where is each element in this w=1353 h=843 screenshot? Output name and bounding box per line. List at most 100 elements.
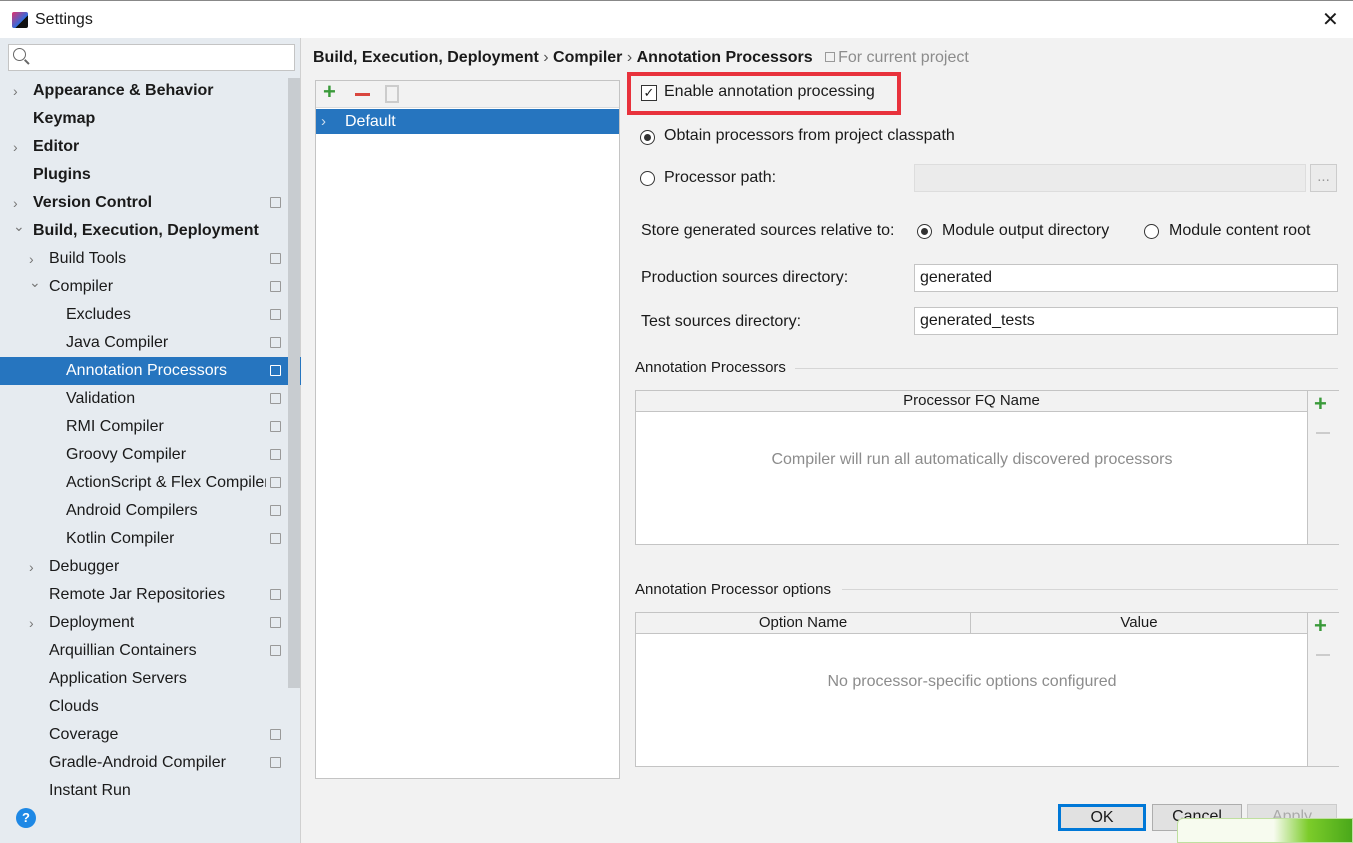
chevron-right-icon[interactable]: › [13,77,18,105]
copy-icon [825,52,836,62]
remove-option-button [1316,654,1330,656]
enable-annotation-checkbox[interactable]: ✓ [641,85,657,101]
project-scope-icon [270,589,281,600]
project-scope-icon [270,477,281,488]
processor-fq-name-header[interactable]: Processor FQ Name [636,391,1308,412]
remove-profile-button[interactable] [355,93,370,96]
processor-path-field [914,164,1306,192]
sidebar-item-label: Java Compiler [66,334,169,351]
value-header[interactable]: Value [971,613,1308,634]
sidebar-item-label: Gradle-Android Compiler [49,754,226,771]
add-option-button[interactable]: + [1314,613,1327,639]
test-dir-input[interactable]: generated_tests [914,307,1338,335]
sidebar-item-plugins[interactable]: Plugins [0,161,288,189]
chevron-right-icon[interactable]: › [29,245,34,273]
sidebar-item-label: Instant Run [49,782,131,799]
ime-overlay [1177,818,1353,843]
close-icon[interactable]: ✕ [1322,7,1339,32]
sidebar-item-label: Debugger [49,558,120,575]
sidebar-item-label: Editor [33,138,80,155]
sidebar-item-excludes[interactable]: Excludes [0,301,288,329]
sidebar-item-rmi-compiler[interactable]: RMI Compiler [0,413,288,441]
breadcrumb-item: Annotation Processors [636,49,813,66]
project-scope-icon [270,253,281,264]
settings-sidebar: › Appearance & Behavior Keymap › Editor Plugi… [0,38,301,843]
project-scope-icon [270,337,281,348]
chevron-down-icon[interactable]: ⌄ [29,273,41,296]
sidebar-item-kotlin-compiler[interactable]: Kotlin Compiler [0,525,288,553]
sidebar-item-label: Keymap [33,110,96,127]
project-scope-icon [270,449,281,460]
sidebar-item-build-execution-deployment[interactable]: ⌄ Build, Execution, Deployment [0,217,288,245]
processor-path-radio[interactable] [640,171,655,186]
sidebar-item-annotation-processors[interactable]: Annotation Processors [0,357,301,385]
sidebar-item-build-tools[interactable]: › Build Tools [0,245,288,273]
sidebar-item-compiler[interactable]: ⌄ Compiler [0,273,288,301]
project-scope-icon [270,729,281,740]
module-content-radio[interactable] [1144,224,1159,239]
store-label: Store generated sources relative to: [641,222,895,239]
sidebar-item-label: Remote Jar Repositories [49,586,226,603]
sidebar-item-label: Arquillian Containers [49,642,197,659]
sidebar-item-coverage[interactable]: Coverage [0,721,288,749]
project-scope-icon [270,365,281,376]
add-processor-button[interactable]: + [1314,391,1327,417]
sidebar-item-android-compilers[interactable]: Android Compilers [0,497,288,525]
sidebar-item-label: Validation [66,390,136,407]
sidebar-item-remote-jar-repositories[interactable]: Remote Jar Repositories [0,581,288,609]
chevron-right-icon[interactable]: › [13,189,18,217]
sidebar-item-label: Build Tools [49,250,127,267]
sidebar-item-label: Build, Execution, Deployment [33,222,259,239]
remove-processor-button [1316,432,1330,434]
sidebar-item-deployment[interactable]: › Deployment [0,609,288,637]
sidebar-item-validation[interactable]: Validation [0,385,288,413]
sidebar-item-clouds[interactable]: Clouds [0,693,288,721]
module-content-label: Module content root [1169,222,1311,239]
sidebar-item-actionscript-flex-compiler[interactable]: ActionScript & Flex Compiler [0,469,288,497]
sidebar-item-instant-run[interactable]: Instant Run [0,777,288,805]
window-title: Settings [35,11,93,28]
sidebar-scrollbar[interactable] [288,78,300,688]
sidebar-item-version-control[interactable]: › Version Control [0,189,288,217]
help-icon[interactable]: ? [16,808,36,828]
project-scope-icon [270,421,281,432]
sidebar-item-gradle-android-compiler[interactable]: Gradle-Android Compiler [0,749,288,777]
chevron-right-icon[interactable]: › [13,133,18,161]
sidebar-item-editor[interactable]: › Editor [0,133,288,161]
chevron-down-icon[interactable]: ⌄ [13,217,25,240]
profile-default[interactable]: › Default [316,109,619,134]
prod-dir-input[interactable]: generated [914,264,1338,292]
chevron-right-icon[interactable]: › [29,553,34,581]
intellij-icon [12,12,28,28]
add-profile-button[interactable]: + [323,79,336,105]
sidebar-item-appearance-behavior[interactable]: › Appearance & Behavior [0,77,288,105]
prod-label: Production sources directory: [641,269,849,286]
sidebar-item-application-servers[interactable]: Application Servers [0,665,288,693]
chevron-right-icon[interactable]: › [321,109,326,134]
move-to-icon[interactable] [385,85,399,103]
project-scope-icon [270,393,281,404]
option-name-header[interactable]: Option Name [636,613,971,634]
sidebar-item-debugger[interactable]: › Debugger [0,553,288,581]
processors-table[interactable]: Processor FQ Name + Compiler will run al… [635,390,1339,545]
sidebar-item-arquillian-containers[interactable]: Arquillian Containers [0,637,288,665]
sidebar-item-label: Groovy Compiler [66,446,187,463]
project-scope-icon [270,197,281,208]
project-scope-icon [270,533,281,544]
chevron-right-icon[interactable]: › [29,609,34,637]
obtain-radio[interactable] [640,130,655,145]
enable-label: Enable annotation processing [664,83,875,100]
breadcrumb-item[interactable]: Compiler [553,49,622,66]
sidebar-item-groovy-compiler[interactable]: Groovy Compiler [0,441,288,469]
search-input[interactable] [8,44,295,71]
sidebar-item-keymap[interactable]: Keymap [0,105,288,133]
obtain-label: Obtain processors from project classpath [664,127,955,144]
sidebar-item-label: Version Control [33,194,153,211]
ok-button[interactable]: OK [1058,804,1146,831]
sidebar-item-label: Deployment [49,614,135,631]
sidebar-item-java-compiler[interactable]: Java Compiler [0,329,288,357]
breadcrumb-item[interactable]: Build, Execution, Deployment [313,49,539,66]
sidebar-item-label: Annotation Processors [66,362,227,379]
options-table[interactable]: Option Name Value + No processor-specifi… [635,612,1339,767]
module-output-radio[interactable] [917,224,932,239]
